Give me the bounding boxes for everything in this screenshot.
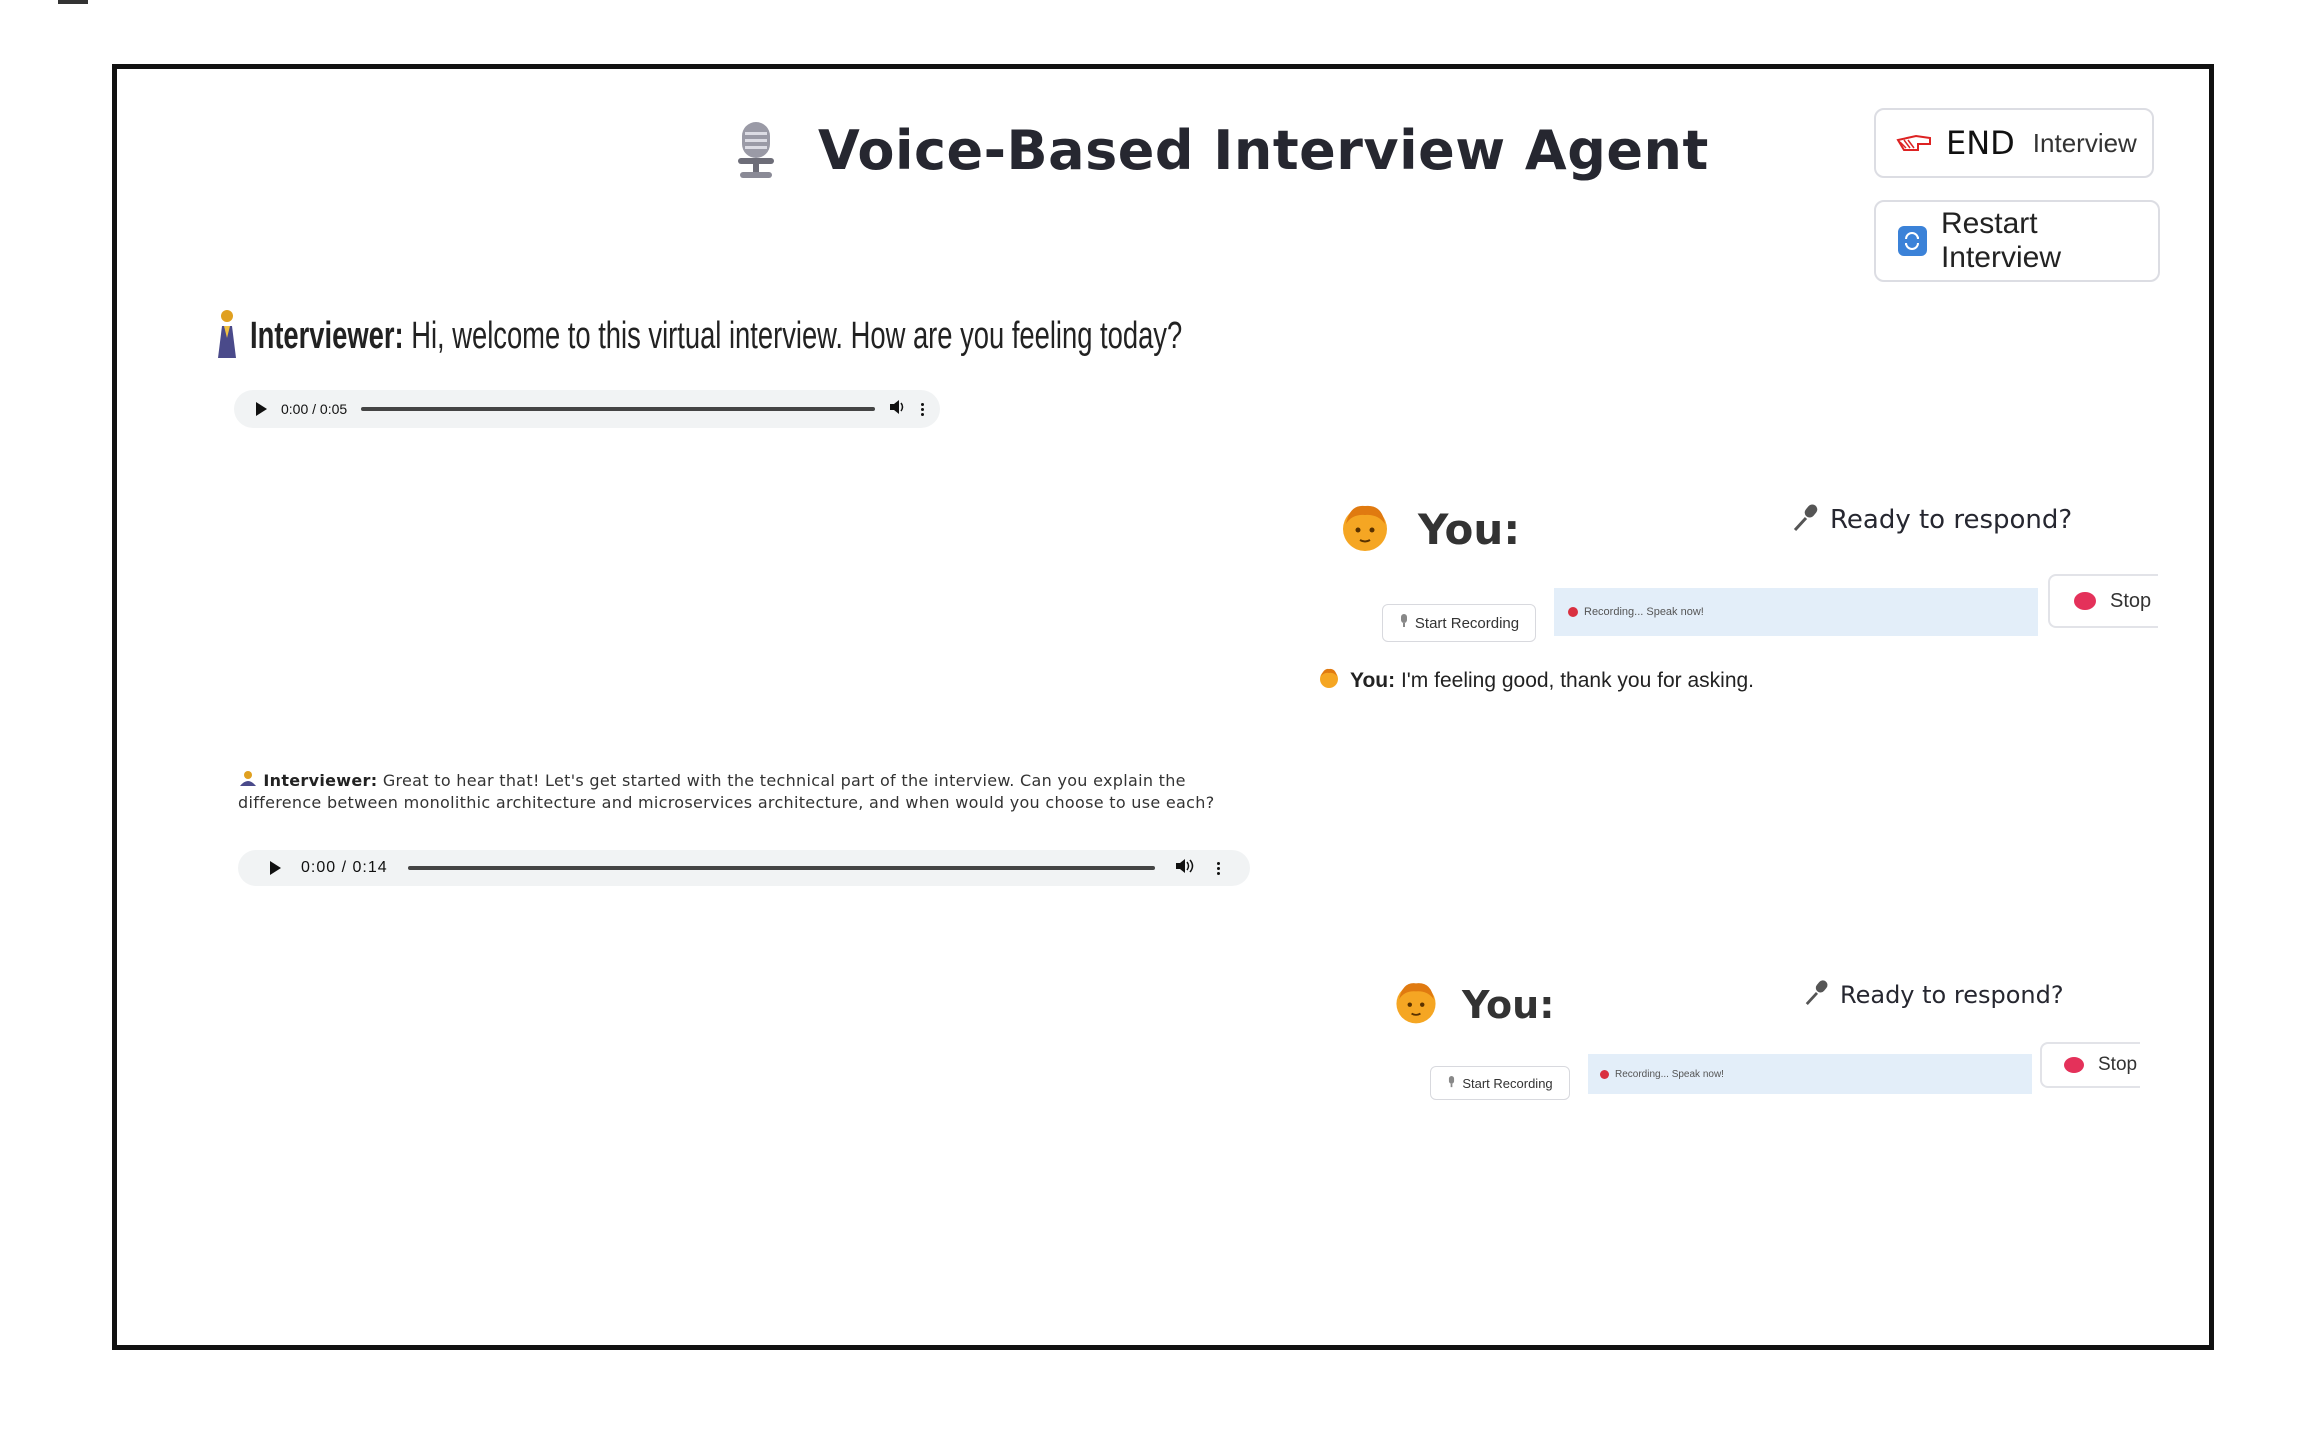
studio-microphone-icon [728, 118, 784, 182]
recording-dot-icon [1600, 1069, 1609, 1079]
interviewer-avatar-icon [238, 771, 263, 790]
face-icon [1392, 978, 1440, 1031]
page-header: Voice-Based Interview Agent [728, 118, 1709, 182]
stop-label: Stop [2110, 589, 2152, 612]
face-icon [1338, 500, 1392, 559]
play-icon[interactable] [270, 861, 281, 875]
start-recording-button[interactable]: Start Recording [1382, 604, 1536, 642]
start-recording-label: Start Recording [1414, 614, 1520, 632]
ready-prompt-2: Ready to respond? [1804, 978, 2064, 1011]
start-recording-button[interactable]: Start Recording [1430, 1066, 1570, 1100]
end-interview-button[interactable]: END Interview [1874, 108, 2154, 178]
user-answer-text: I'm feeling good, thank you for asking. [1400, 669, 1755, 692]
audio-seek-bar-1[interactable] [361, 407, 875, 411]
stop-dot-icon [2074, 592, 2096, 610]
audio-player-1[interactable]: 0:00 / 0:05 [234, 390, 940, 428]
ready-label: Ready to respond? [1830, 504, 2073, 535]
audio-seek-bar-2[interactable] [407, 866, 1155, 870]
microphone-icon [1447, 1075, 1456, 1091]
recording-status-text: Recording... Speak now! [1615, 1068, 1724, 1080]
face-icon [1318, 666, 1340, 696]
stop-recording-button[interactable]: Stop [2048, 574, 2158, 628]
microphone-icon [1804, 978, 1830, 1011]
audio-time-2: 0:00 / 0:14 [301, 859, 388, 876]
restart-interview-button[interactable]: Restart Interview [1874, 200, 2160, 282]
end-label: END [1946, 124, 2015, 162]
start-recording-label: Start Recording [1462, 1075, 1553, 1091]
restart-icon [1898, 226, 1927, 256]
interview-label: Interview [2032, 127, 2137, 158]
recording-status-text: Recording... Speak now! [1584, 606, 1704, 618]
stop-dot-icon [2064, 1057, 2084, 1073]
recording-status-bar: Recording... Speak now! [1588, 1054, 2032, 1094]
restart-label: Restart Interview [1940, 207, 2061, 274]
recording-dot-icon [1568, 607, 1578, 617]
you-header-1: You: [1338, 500, 1520, 559]
recording-status-bar: Recording... Speak now! [1554, 588, 2038, 636]
microphone-icon [1792, 502, 1820, 537]
volume-icon[interactable] [889, 399, 907, 420]
interviewer-avatar-icon [214, 308, 240, 365]
you-label: You: [1462, 982, 1555, 1027]
audio-player-2[interactable]: 0:00 / 0:14 [238, 850, 1250, 886]
interviewer-message-1: Interviewer: Hi, welcome to this virtual… [214, 308, 1545, 365]
interviewer-speaker-label: Interviewer: [263, 771, 378, 790]
stop-recording-button[interactable]: Stop [2040, 1042, 2140, 1088]
you-label: You: [1418, 505, 1521, 554]
user-answer-speaker: You: [1350, 669, 1396, 692]
microphone-icon [1399, 614, 1409, 632]
ready-label: Ready to respond? [1840, 980, 2064, 1009]
hand-pointing-icon [1894, 126, 1934, 161]
interviewer-message-2: Interviewer: Great to hear that! Let's g… [238, 770, 1258, 814]
play-icon[interactable] [256, 402, 267, 416]
ready-prompt-1: Ready to respond? [1792, 502, 2072, 537]
interviewer-question-2: Great to hear that! Let's get started wi… [238, 771, 1215, 812]
you-header-2: You: [1392, 978, 1554, 1031]
audio-time-1: 0:00 / 0:05 [281, 401, 348, 417]
interviewer-question-1: Hi, welcome to this virtual interview. H… [411, 315, 1183, 357]
interviewer-speaker-label: Interviewer: [250, 315, 404, 357]
user-answer-1: You: I'm feeling good, thank you for ask… [1318, 666, 1754, 696]
volume-icon[interactable] [1175, 858, 1197, 879]
more-options-icon[interactable] [1217, 861, 1220, 875]
stop-label: Stop [2098, 1054, 2138, 1075]
more-options-icon[interactable] [921, 402, 924, 416]
top-edge-mark [58, 0, 88, 4]
page-title: Voice-Based Interview Agent [818, 118, 1709, 182]
